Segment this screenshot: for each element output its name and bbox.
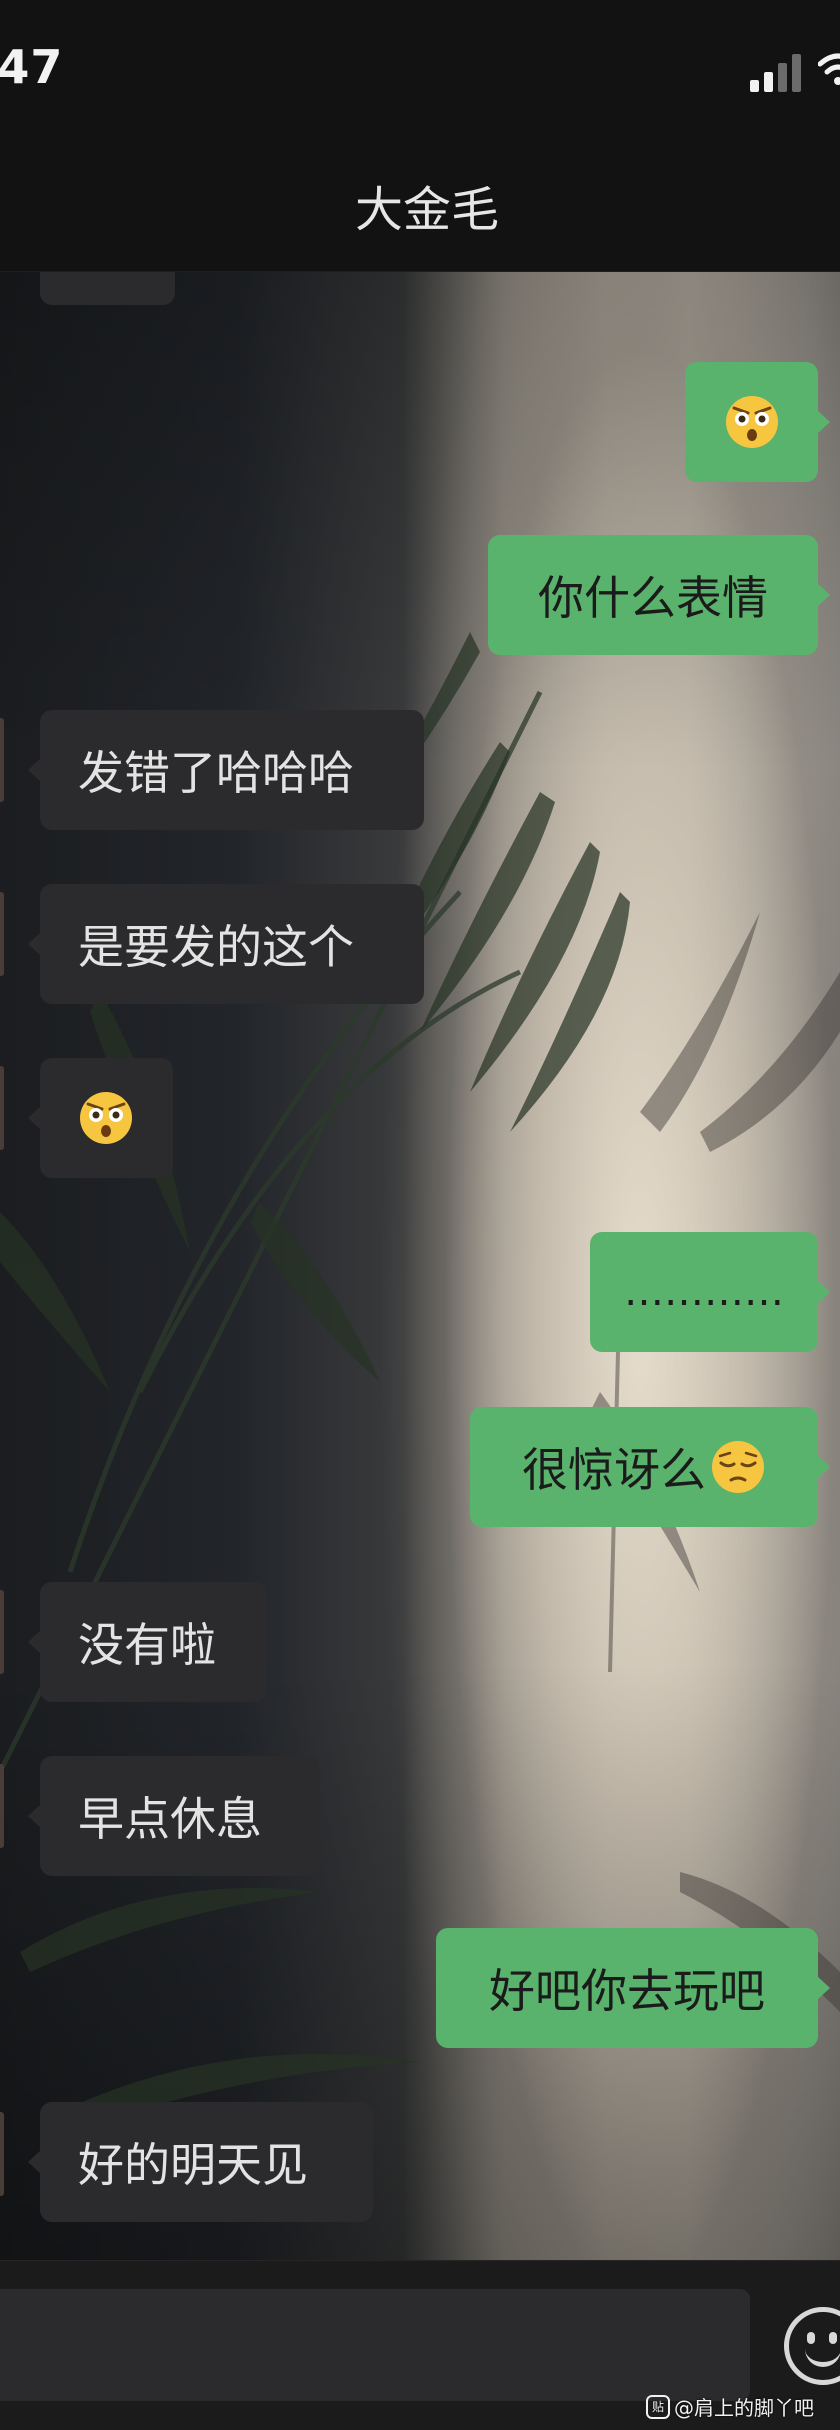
avatar[interactable]: [0, 892, 4, 976]
incoming-message-bubble[interactable]: [40, 272, 175, 305]
wifi-icon: [818, 53, 840, 85]
message-text: 是要发的这个: [78, 920, 354, 974]
incoming-message-bubble[interactable]: [28, 1058, 173, 1178]
outgoing-message-bubble[interactable]: [685, 362, 830, 482]
status-bar: :47: [0, 0, 840, 140]
smiley-face-icon[interactable]: [784, 2307, 840, 2385]
incoming-message-bubble[interactable]: 发错了哈哈哈: [28, 710, 424, 830]
tieba-logo-icon: 贴: [646, 2394, 670, 2419]
avatar[interactable]: [0, 1590, 4, 1674]
flushed-face-emoji-icon: [80, 272, 136, 273]
avatar[interactable]: [0, 1764, 4, 1848]
message-input[interactable]: [0, 2289, 750, 2401]
flushed-face-emoji-icon: [725, 396, 778, 448]
pensive-face-emoji-icon: [712, 1441, 764, 1493]
message-text: 没有啦: [78, 1618, 216, 1672]
message-text: …………: [624, 1269, 784, 1315]
cellular-signal-icon: [750, 52, 806, 92]
incoming-message-bubble[interactable]: 好的明天见: [28, 2102, 373, 2222]
outgoing-message-bubble[interactable]: …………: [590, 1232, 830, 1352]
chat-message-list[interactable]: 你什么表情 发错了哈哈哈 是要发的这个 ………… 很惊讶么 没有啦 早点休息 好…: [0, 272, 840, 2260]
message-text: 好的明天见: [78, 2138, 308, 2192]
chat-header: 大金毛: [0, 140, 840, 272]
incoming-message-bubble[interactable]: 早点休息: [28, 1756, 320, 1876]
message-text: 早点休息: [78, 1792, 262, 1846]
watermark: 贴 @肩上的脚丫吧: [646, 2392, 814, 2421]
status-time: :47: [0, 40, 64, 94]
message-text: 好吧你去玩吧: [489, 1964, 765, 2018]
incoming-message-bubble[interactable]: 是要发的这个: [28, 884, 424, 1004]
outgoing-message-bubble[interactable]: 好吧你去玩吧: [436, 1928, 830, 2048]
avatar[interactable]: [0, 1066, 4, 1150]
avatar[interactable]: [0, 718, 4, 802]
contact-name: 大金毛: [354, 182, 499, 238]
outgoing-message-bubble[interactable]: 很惊讶么: [470, 1407, 830, 1527]
message-text: 发错了哈哈哈: [78, 746, 354, 800]
message-text: 很惊讶么: [522, 1443, 706, 1497]
watermark-text: @肩上的脚丫吧: [674, 2396, 814, 2420]
outgoing-message-bubble[interactable]: 你什么表情: [488, 535, 830, 655]
flushed-face-emoji-icon: [80, 1092, 132, 1144]
avatar[interactable]: [0, 2112, 4, 2196]
message-text: 你什么表情: [538, 571, 768, 625]
incoming-message-bubble[interactable]: 没有啦: [28, 1582, 267, 1702]
